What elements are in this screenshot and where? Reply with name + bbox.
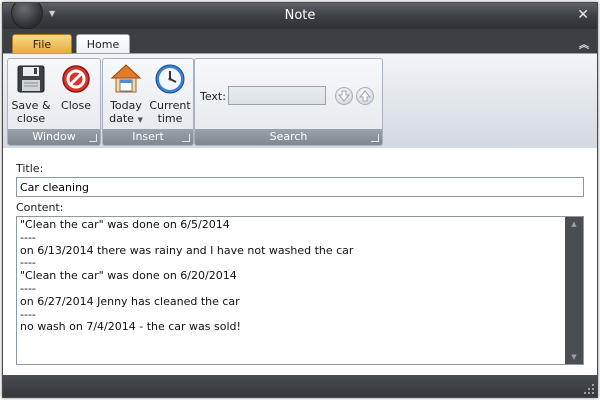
current-time-label-line1: Current xyxy=(149,99,191,112)
group-label-search: Search xyxy=(195,129,382,145)
save-close-button[interactable]: Save & close xyxy=(11,63,51,125)
content-textarea[interactable]: "Clean the car" was done on 6/5/2014 ---… xyxy=(16,216,584,365)
note-editor: Title: Content: "Clean the car" was done… xyxy=(3,148,597,375)
floppy-disk-icon xyxy=(17,65,45,93)
collapse-ribbon-icon[interactable]: ︽ xyxy=(579,36,589,51)
close-circle-icon xyxy=(62,65,90,93)
content-line: no wash on 7/4/2014 - the car was sold! xyxy=(20,320,241,334)
today-date-button[interactable]: Today date ▼ xyxy=(105,63,147,127)
close-button[interactable]: Close xyxy=(56,63,96,112)
group-label-window: Window xyxy=(8,129,100,145)
title-label: Title: xyxy=(16,162,44,175)
current-time-label-line2: time xyxy=(157,112,183,125)
ribbon-tab-strip: File Home ︽ xyxy=(3,29,597,54)
tab-file[interactable]: File xyxy=(12,34,72,54)
ribbon-group-search: Text: Search xyxy=(194,58,383,146)
current-time-button[interactable]: Current time xyxy=(149,63,191,125)
house-calendar-icon xyxy=(110,64,142,93)
group-label-insert: Insert xyxy=(103,129,193,145)
close-label: Close xyxy=(61,99,91,112)
ribbon-group-window: Save & close Close Window xyxy=(7,58,101,146)
content-label: Content: xyxy=(16,201,64,214)
arrow-down-icon xyxy=(338,90,350,102)
today-date-label-line2: date xyxy=(109,112,134,125)
save-close-label-line1: Save & xyxy=(11,99,51,112)
search-text-label: Text: xyxy=(200,90,226,103)
title-bar: ▼ Note ✕ xyxy=(3,3,597,29)
dropdown-arrow-icon[interactable]: ▼ xyxy=(137,116,142,124)
today-date-label-line1: Today xyxy=(110,99,142,112)
content-lines: "Clean the car" was done on 6/5/2014 ---… xyxy=(20,218,560,334)
dialog-launcher-icon[interactable] xyxy=(371,134,379,142)
content-line: on 6/27/2014 Jenny has cleaned the car xyxy=(20,294,240,308)
tab-home[interactable]: Home xyxy=(76,34,130,54)
title-field[interactable] xyxy=(16,177,584,197)
window-title: Note xyxy=(284,8,316,23)
scroll-down-icon[interactable]: ▼ xyxy=(565,350,583,364)
ribbon-group-insert: Today date ▼ Current time Insert xyxy=(102,58,194,146)
dialog-launcher-icon[interactable] xyxy=(89,134,97,142)
content-line: on 6/13/2014 there was rainy and I have … xyxy=(20,243,354,257)
ribbon-home: Save & close Close Window Today date ▼ C… xyxy=(3,53,597,149)
find-next-button[interactable] xyxy=(335,87,353,105)
scroll-up-icon[interactable]: ▲ xyxy=(565,217,583,231)
content-line: "Clean the car" was done on 6/5/2014 xyxy=(20,218,230,231)
resize-grip-icon[interactable] xyxy=(584,384,594,394)
content-line: ---- xyxy=(20,230,36,244)
search-input[interactable] xyxy=(228,86,326,105)
dialog-launcher-icon[interactable] xyxy=(182,134,190,142)
content-line: "Clean the car" was done on 6/20/2014 xyxy=(20,269,237,283)
content-line: ---- xyxy=(20,281,36,295)
clock-icon xyxy=(155,64,185,94)
vertical-scrollbar[interactable]: ▲ ▼ xyxy=(565,217,583,364)
arrow-up-icon xyxy=(359,90,371,102)
note-window: ▼ Note ✕ File Home ︽ Save & close Close … xyxy=(2,2,598,398)
status-bar xyxy=(3,375,597,397)
window-close-icon[interactable]: ✕ xyxy=(577,7,589,23)
find-previous-button[interactable] xyxy=(356,87,374,105)
save-close-label-line2: close xyxy=(16,112,46,125)
